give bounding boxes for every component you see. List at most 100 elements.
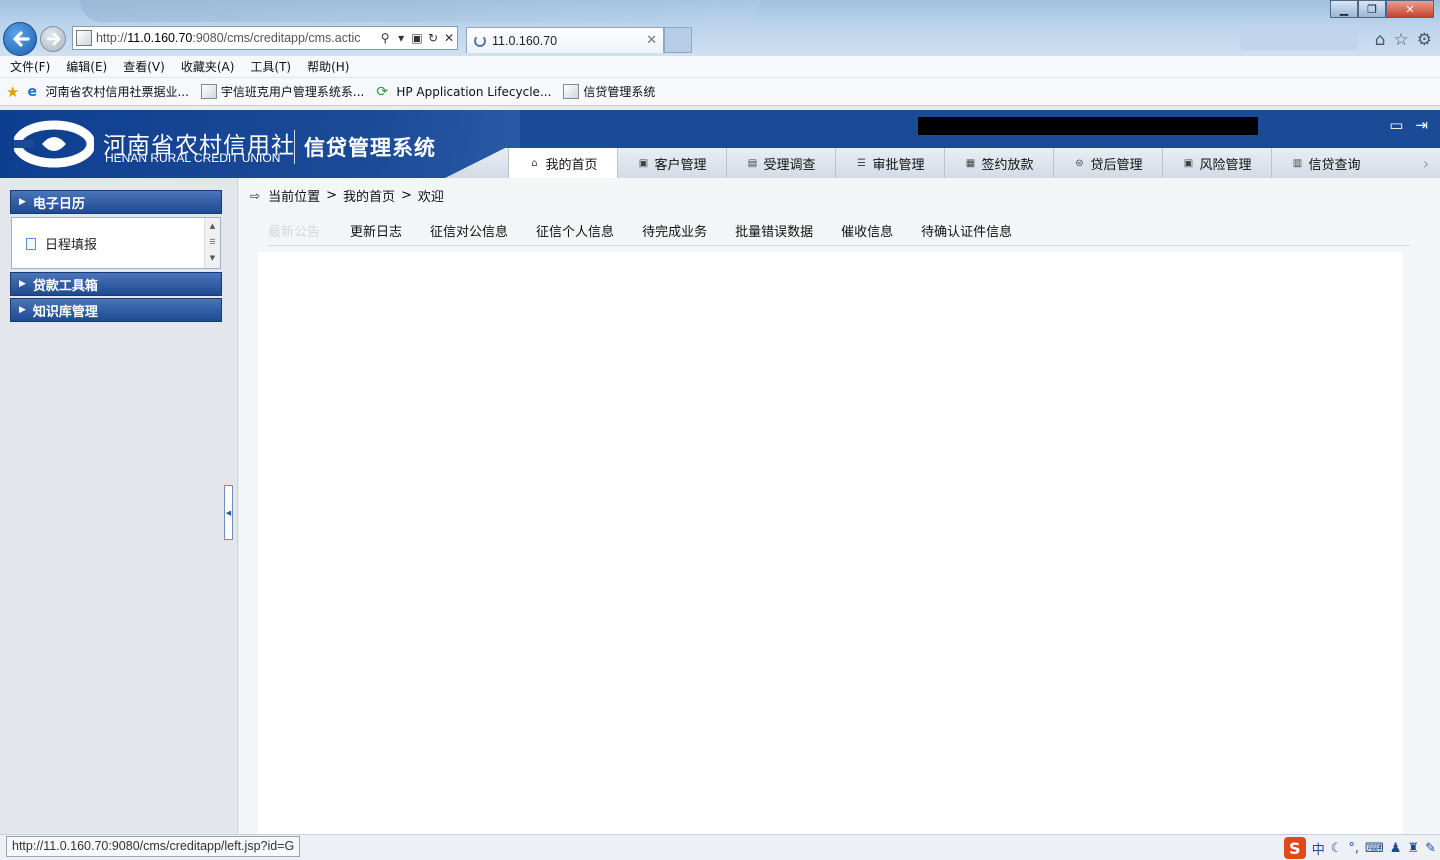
address-url[interactable]: http://11.0.160.70:9080/cms/creditapp/cm… <box>96 31 377 45</box>
stop-icon[interactable]: ✕ <box>441 31 457 45</box>
redacted-user-info <box>918 117 1258 135</box>
forward-arrow-icon <box>46 32 61 46</box>
punctuation-icon[interactable]: °, <box>1348 841 1359 856</box>
nav-tab-risk[interactable]: ▣ 风险管理 <box>1162 148 1271 178</box>
sidebar-item-schedule[interactable]: 日程填报 <box>26 234 97 253</box>
survey-icon: ▤ <box>747 157 758 169</box>
nav-tab-approval[interactable]: ☰ 审批管理 <box>835 148 944 178</box>
sidebar-scrollbar[interactable]: ▲ ☰ ▼ <box>204 218 220 268</box>
query-icon: ▥ <box>1292 157 1303 169</box>
logout-icon[interactable]: ⇥ <box>1415 116 1428 134</box>
home-icon: ⌂ <box>531 157 538 169</box>
breadcrumb-label: 当前位置 <box>268 190 321 205</box>
sidebar-group-knowledge[interactable]: ▶ 知识库管理 <box>10 298 222 322</box>
favorite-link[interactable]: ⟳ HP Application Lifecycle... <box>376 84 551 100</box>
document-icon <box>26 237 36 250</box>
nav-tab-query[interactable]: ▥ 信贷查询 <box>1271 148 1380 178</box>
close-tab-icon[interactable]: ✕ <box>646 33 657 48</box>
favorite-link[interactable]: e 河南省农村信用社票据业... <box>27 83 188 100</box>
compat-view-icon[interactable]: ▣ <box>409 31 425 45</box>
breadcrumb-item[interactable]: 我的首页 <box>343 186 395 205</box>
nav-tab-home[interactable]: ⌂ 我的首页 <box>508 148 617 178</box>
wrench-icon[interactable]: ✎ <box>1425 841 1436 856</box>
menu-favorites[interactable]: 收藏夹(A) <box>181 58 235 75</box>
risk-icon: ▣ <box>1183 157 1194 169</box>
search-icon[interactable]: ⚲ <box>377 31 393 45</box>
status-url: http://11.0.160.70:9080/cms/creditapp/le… <box>6 836 301 857</box>
forward-button[interactable] <box>40 26 66 52</box>
nav-tab-customer[interactable]: ▣ 客户管理 <box>617 148 726 178</box>
expand-triangle-icon: ▶ <box>19 197 26 207</box>
page-icon <box>200 84 217 99</box>
restore-button[interactable]: ❐ <box>1358 0 1386 18</box>
menu-file[interactable]: 文件(F) <box>10 58 50 75</box>
org-name-en: HENAN RURAL CREDIT UNION <box>105 151 281 165</box>
location-icon: ⇨ <box>250 188 261 203</box>
scroll-thumb[interactable]: ☰ <box>205 234 220 250</box>
ime-mode[interactable]: 中 <box>1312 839 1325 858</box>
skin-icon[interactable]: ♜ <box>1407 841 1419 856</box>
customer-icon: ▣ <box>638 157 649 169</box>
favorites-bar: ★ e 河南省农村信用社票据业... 宇信班克用户管理系统系... ⟳ HP App… <box>0 78 1440 106</box>
favorite-link[interactable]: 宇信班克用户管理系统系... <box>200 83 364 100</box>
window-controls: ▁ ❐ ✕ <box>1330 0 1434 18</box>
hp-icon: ⟳ <box>376 84 389 100</box>
tab-corporate-credit[interactable]: 征信对公信息 <box>430 222 508 244</box>
browser-tab[interactable]: 11.0.160.70 ✕ <box>466 27 664 53</box>
contract-icon: ▦ <box>965 157 976 169</box>
page-icon <box>76 30 92 46</box>
moon-icon[interactable]: ☾ <box>1331 841 1343 856</box>
scroll-down-icon[interactable]: ▼ <box>205 250 220 266</box>
monitor-icon[interactable]: ▭ <box>1389 116 1403 134</box>
tab-id-confirm[interactable]: 待确认证件信息 <box>921 222 1012 244</box>
tab-collection[interactable]: 催收信息 <box>841 222 893 244</box>
ime-toolbar: S 中 ☾ °, ⌨ ♟ ♜ ✎ <box>1283 837 1436 859</box>
favorite-link[interactable]: 信贷管理系统 <box>563 83 655 100</box>
back-button[interactable] <box>3 22 37 56</box>
page-icon <box>563 84 580 99</box>
menu-edit[interactable]: 编辑(E) <box>66 58 107 75</box>
refresh-icon[interactable]: ↻ <box>425 31 441 45</box>
nav-scroll-right-icon[interactable]: › <box>1412 148 1440 178</box>
approval-icon: ☰ <box>857 157 866 169</box>
sidebar-group-body: 日程填报 ▲ ☰ ▼ <box>11 217 221 269</box>
menu-help[interactable]: 帮助(H) <box>307 58 349 75</box>
menu-tools[interactable]: 工具(T) <box>250 58 291 75</box>
main-nav: ⌂ 我的首页 ▣ 客户管理 ▤ 受理调查 ☰ 审批管理 ▦ 签约放款 ⊜ 贷后管理 ▣ 风险管… <box>508 148 1380 178</box>
home-icon[interactable]: ⌂ <box>1375 30 1386 50</box>
scroll-up-icon[interactable]: ▲ <box>205 218 220 234</box>
sub-tabs: 最新公告 更新日志 征信对公信息 征信个人信息 待完成业务 批量错误数据 催收信… <box>268 222 1410 246</box>
favorites-star-icon[interactable]: ☆ <box>1394 30 1409 50</box>
favorites-star-icon[interactable]: ★ <box>6 83 19 101</box>
status-bar: http://11.0.160.70:9080/cms/creditapp/le… <box>0 834 1440 860</box>
content-area <box>258 252 1403 834</box>
dropdown-icon[interactable]: ▾ <box>393 31 409 45</box>
sidebar-collapse-handle[interactable]: ◀ <box>224 485 233 540</box>
tab-announcements[interactable]: 最新公告 <box>268 222 320 244</box>
expand-triangle-icon: ▶ <box>19 305 26 315</box>
minimize-button[interactable]: ▁ <box>1330 0 1358 18</box>
nav-tab-postloan[interactable]: ⊜ 贷后管理 <box>1053 148 1162 178</box>
nav-tab-contract[interactable]: ▦ 签约放款 <box>944 148 1053 178</box>
breadcrumb-item: 欢迎 <box>417 190 444 205</box>
sidebar-group-calendar[interactable]: ▶ 电子日历 <box>10 190 222 214</box>
sogou-logo-icon[interactable]: S <box>1283 837 1306 859</box>
address-bar[interactable]: http://11.0.160.70:9080/cms/creditapp/cm… <box>72 26 458 50</box>
breadcrumb: ⇨ 当前位置 > 我的首页 > 欢迎 <box>250 186 444 205</box>
titlebar-glow <box>80 0 760 22</box>
close-window-button[interactable]: ✕ <box>1386 0 1434 18</box>
browser-toolbar-icons: ⌂ ☆ ⚙ <box>1375 30 1432 50</box>
tab-personal-credit[interactable]: 征信个人信息 <box>536 222 614 244</box>
tab-label: 11.0.160.70 <box>492 33 558 48</box>
tab-update-log[interactable]: 更新日志 <box>350 222 402 244</box>
ie-icon: e <box>27 84 37 100</box>
tab-pending-business[interactable]: 待完成业务 <box>642 222 707 244</box>
user-icon[interactable]: ♟ <box>1390 841 1402 856</box>
tab-batch-errors[interactable]: 批量错误数据 <box>735 222 813 244</box>
menu-view[interactable]: 查看(V) <box>123 58 165 75</box>
sidebar-group-toolbox[interactable]: ▶ 贷款工具箱 <box>10 272 222 296</box>
keyboard-icon[interactable]: ⌨ <box>1365 841 1384 856</box>
new-tab-button[interactable] <box>664 27 692 53</box>
settings-gear-icon[interactable]: ⚙ <box>1417 30 1432 50</box>
nav-tab-survey[interactable]: ▤ 受理调查 <box>726 148 835 178</box>
